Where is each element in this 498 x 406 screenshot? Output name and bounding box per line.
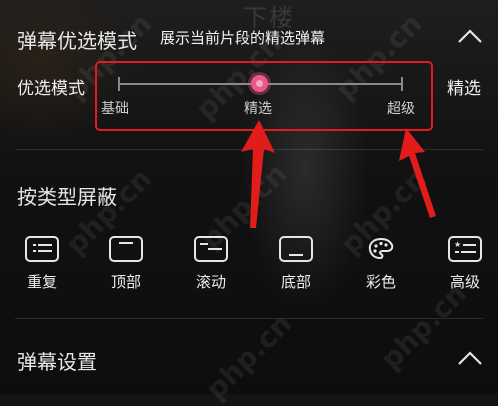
- annotation-arrow-left: [241, 120, 275, 228]
- annotation-arrows: [241, 120, 436, 228]
- annotation-arrow-right: [399, 128, 436, 218]
